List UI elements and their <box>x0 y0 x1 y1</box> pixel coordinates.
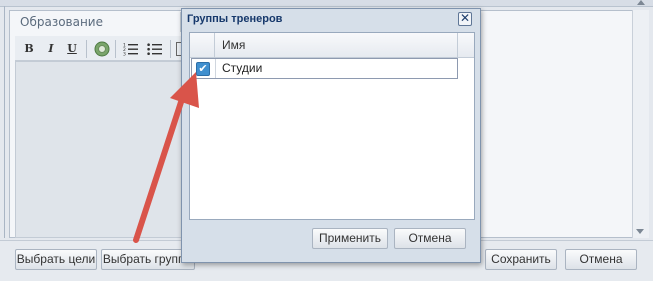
row-name: Студии <box>222 61 263 75</box>
scroll-up-icon[interactable] <box>637 0 645 5</box>
editor-body[interactable] <box>15 61 187 238</box>
grid-header: Имя <box>190 33 474 58</box>
column-header-name[interactable]: Имя <box>222 33 245 57</box>
close-icon[interactable]: ✕ <box>458 12 472 26</box>
list-bullet-icon[interactable] <box>147 42 163 56</box>
cell-divider <box>215 59 216 78</box>
list-numbered-icon[interactable]: 1 2 3 <box>123 42 139 58</box>
toolbar-separator <box>170 40 171 58</box>
cancel-button[interactable]: Отмена <box>565 249 637 270</box>
column-divider <box>457 33 458 57</box>
svg-text:3: 3 <box>123 52 126 57</box>
italic-button[interactable]: I <box>44 42 58 56</box>
table-row[interactable]: ✔ Студии <box>191 58 458 79</box>
left-border <box>4 6 5 238</box>
row-checkbox[interactable]: ✔ <box>196 62 210 76</box>
apply-button[interactable]: Применить <box>312 228 388 249</box>
toolbar-separator <box>86 40 87 58</box>
scrollbar[interactable] <box>632 10 649 238</box>
scroll-down-icon[interactable] <box>636 229 644 234</box>
dialog-cancel-button[interactable]: Отмена <box>394 228 466 249</box>
underline-button[interactable]: U <box>65 42 79 56</box>
bold-button[interactable]: B <box>22 42 36 56</box>
field-label: Образование <box>11 12 181 32</box>
select-goals-button[interactable]: Выбрать цели <box>15 249 97 270</box>
dialog-title: Группы тренеров <box>187 13 283 25</box>
format-icon[interactable] <box>94 41 110 57</box>
groups-grid: Имя ✔ Студии <box>189 32 475 220</box>
toolbar-separator <box>115 40 116 58</box>
top-strip <box>0 0 653 7</box>
dialog-header[interactable]: Группы тренеров ✕ <box>181 8 479 30</box>
save-button[interactable]: Сохранить <box>485 249 557 270</box>
header-checkbox-cell[interactable] <box>190 33 215 57</box>
